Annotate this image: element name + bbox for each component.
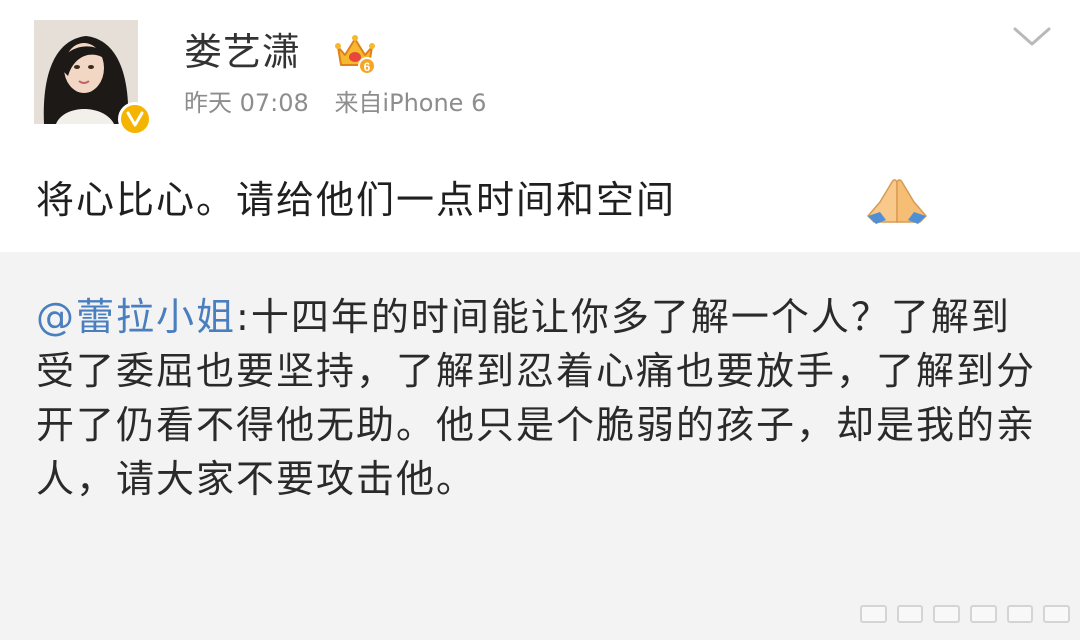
verified-v-icon — [118, 102, 152, 136]
repost-mention-link[interactable]: @蕾拉小姐 — [36, 295, 236, 339]
chevron-down-icon[interactable] — [1012, 26, 1052, 48]
post-meta: 昨天 07:08 来自iPhone 6 — [184, 88, 486, 118]
watermark-block — [1043, 605, 1071, 623]
repost-separator: : — [236, 295, 251, 339]
vip-level-label: 6 — [364, 60, 371, 74]
watermark-block — [896, 605, 924, 623]
repost-content: @蕾拉小姐:十四年的时间能让你多了解一个人？了解到受了委屈也要坚持，了解到忍着心… — [36, 290, 1036, 506]
crown-icon[interactable]: 6 — [334, 33, 376, 75]
post-source[interactable]: 来自iPhone 6 — [334, 89, 486, 117]
watermark-block — [970, 605, 997, 623]
avatar-container[interactable] — [34, 20, 152, 136]
post-text: 将心比心。请给他们一点时间和空间 — [36, 178, 677, 222]
watermark-block — [933, 605, 961, 623]
watermark-block — [1006, 605, 1034, 623]
post-header: 娄艺潇 6 昨天 07:08 来自iPhone 6 将心比心。请给他们一点时间和… — [0, 0, 1080, 252]
praying-hands-icon — [866, 176, 928, 226]
watermark-block — [860, 605, 887, 623]
watermark — [860, 600, 1071, 628]
post-time: 昨天 07:08 — [184, 89, 309, 117]
username[interactable]: 娄艺潇 — [184, 28, 301, 76]
